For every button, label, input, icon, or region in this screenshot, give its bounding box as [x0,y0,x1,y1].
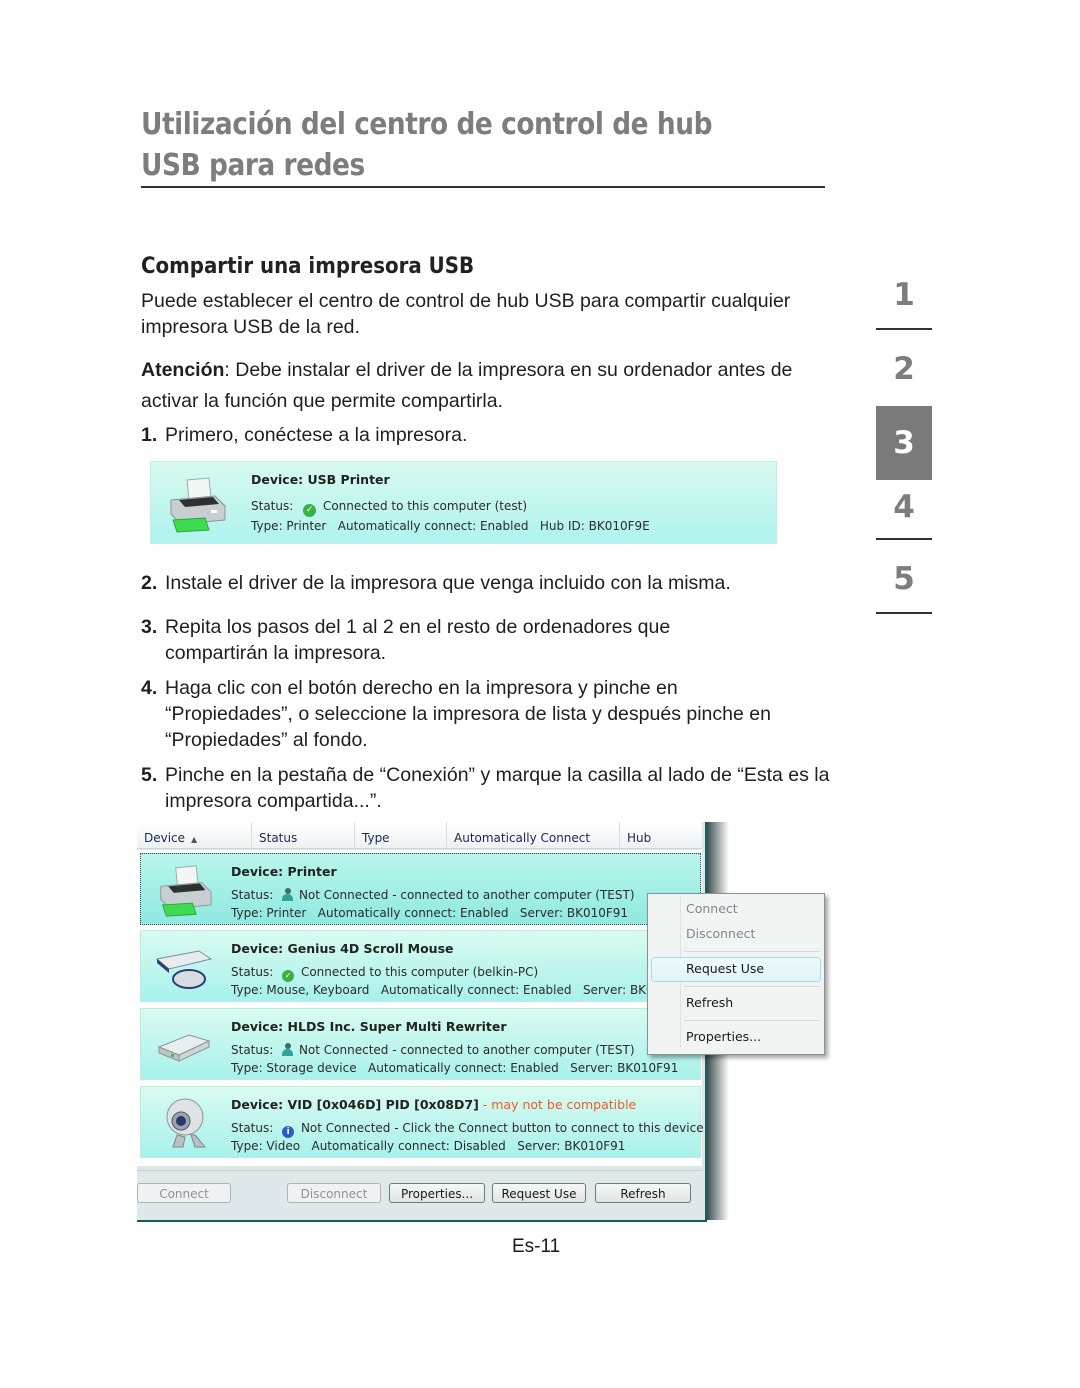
step-4: 4. Haga clic con el botón derecho en la … [141,675,781,753]
title-divider [141,186,825,188]
user-icon [282,888,294,901]
compatibility-warning: - may not be compatible [478,1097,637,1112]
column-header-hub[interactable]: Hub [620,822,702,848]
menu-separator [684,986,820,987]
mouse-keyboard-icon [155,947,215,996]
device-status-line: Status: ✓ Connected to this computer (be… [231,965,539,982]
device-title: Device: HLDS Inc. Super Multi Rewriter [231,1019,507,1034]
menu-item-refresh[interactable]: Refresh [686,995,733,1010]
attention-paragraph: Atención: Debe instalar el driver de la … [141,355,821,417]
step-3: 3. Repita los pasos del 1 al 2 en el res… [141,614,761,666]
info-icon: i [282,1126,295,1138]
step-text: Repita los pasos del 1 al 2 en el resto … [165,616,671,664]
page-number: Es-11 [512,1236,561,1257]
device-title: Device: VID [0x046D] PID [0x08D7] - may … [231,1097,637,1112]
step-text: Instale el driver de la impresora que ve… [165,572,731,594]
device-title: Device: Genius 4D Scroll Mouse [231,941,454,956]
button-bar: Connect Disconnect Properties... Request… [137,1170,702,1219]
user-icon [282,1043,294,1056]
device-status-line: Status: Not Connected - connected to ano… [231,888,635,902]
attention-text: : Debe instalar el driver de la impresor… [141,359,793,412]
webcam-icon [161,1095,209,1156]
device-status-line: Status: ✓ Connected to this computer (te… [251,499,527,517]
section-heading: Compartir una impresora USB [141,254,475,279]
status-text: Connected to this computer (test) [322,499,528,513]
menu-separator [684,951,820,952]
properties-button[interactable]: Properties... [389,1183,485,1203]
column-header-auto-connect[interactable]: Automatically Connect [447,822,620,848]
menu-item-connect[interactable]: Connect [686,901,738,916]
menu-item-request-use[interactable]: Request Use [686,961,764,976]
context-menu: Connect Disconnect Request Use Refresh P… [647,893,825,1055]
check-circle-icon: ✓ [282,970,295,982]
step-text: Haga clic con el botón derecho en la imp… [165,677,771,751]
column-header-bar: ▲ Device Status Type Automatically Conne… [137,822,702,849]
device-type-line: Type: Video Automatically connect: Disab… [231,1139,626,1153]
refresh-button[interactable]: Refresh [595,1183,691,1203]
chapter-nav: 1 2 3 4 5 [876,270,932,628]
step-number: 4. [141,677,158,699]
step-text: Pinche en la pestaña de “Conexión” y mar… [165,764,830,812]
chapter-tab-4[interactable]: 4 [876,482,932,554]
printer-icon [165,476,229,539]
menu-separator [684,1020,820,1021]
device-row-storage[interactable]: Device: HLDS Inc. Super Multi Rewriter S… [140,1008,701,1080]
device-type-line: Type: Printer Automatically connect: Ena… [251,519,650,533]
chapter-tab-2[interactable]: 2 [876,344,932,406]
device-list: Device: Printer Status: Not Connected - … [137,850,704,1166]
request-use-button[interactable]: Request Use [492,1183,586,1203]
chapter-tab-1[interactable]: 1 [876,270,932,344]
menu-item-properties[interactable]: Properties... [686,1029,761,1044]
printer-icon [155,864,215,923]
step-number: 1. [141,424,158,446]
chapter-tab-5[interactable]: 5 [876,554,932,628]
attention-label: Atención [141,359,225,381]
disconnect-button[interactable]: Disconnect [287,1183,381,1203]
column-header-device[interactable]: ▲ Device [137,822,252,848]
step-number: 2. [141,572,158,594]
device-card-usb-printer: Device: USB Printer Status: ✓ Connected … [150,461,777,544]
device-title: Device: USB Printer [251,472,390,487]
intro-paragraph: Puede establecer el centro de control de… [141,290,791,338]
device-row-printer[interactable]: Device: Printer Status: Not Connected - … [140,853,701,925]
step-text: Primero, conéctese a la impresora. [165,424,468,446]
device-status-line: Status: i Not Connected - Click the Conn… [231,1121,704,1138]
device-list-window: ▲ Device Status Type Automatically Conne… [137,822,707,1222]
step-number: 3. [141,616,158,638]
storage-drive-icon [155,1029,211,1070]
check-circle-icon: ✓ [303,504,317,517]
device-status-line: Status: Not Connected - connected to ano… [231,1043,635,1057]
step-number: 5. [141,764,158,786]
status-label: Status: [251,499,294,513]
menu-item-disconnect[interactable]: Disconnect [686,926,755,941]
device-type-line: Type: Storage device Automatically conne… [231,1061,679,1075]
column-header-type[interactable]: Type [355,822,447,848]
device-row-mouse[interactable]: Device: Genius 4D Scroll Mouse Status: ✓… [140,930,701,1002]
connect-button[interactable]: Connect [137,1183,231,1203]
step-2: 2. Instale el driver de la impresora que… [141,570,831,596]
step-1: 1. Primero, conéctese a la impresora. [141,422,831,448]
device-type-line: Type: Mouse, Keyboard Automatically conn… [231,983,692,997]
device-title: Device: Printer [231,864,337,879]
device-row-webcam[interactable]: Device: VID [0x046D] PID [0x08D7] - may … [140,1086,704,1158]
chapter-tab-3-active[interactable]: 3 [876,406,932,480]
column-header-status[interactable]: Status [252,822,355,848]
step-5: 5. Pinche en la pestaña de “Conexión” y … [141,762,831,814]
page-title: Utilización del centro de control de hub… [141,107,713,183]
device-type-line: Type: Printer Automatically connect: Ena… [231,906,629,920]
